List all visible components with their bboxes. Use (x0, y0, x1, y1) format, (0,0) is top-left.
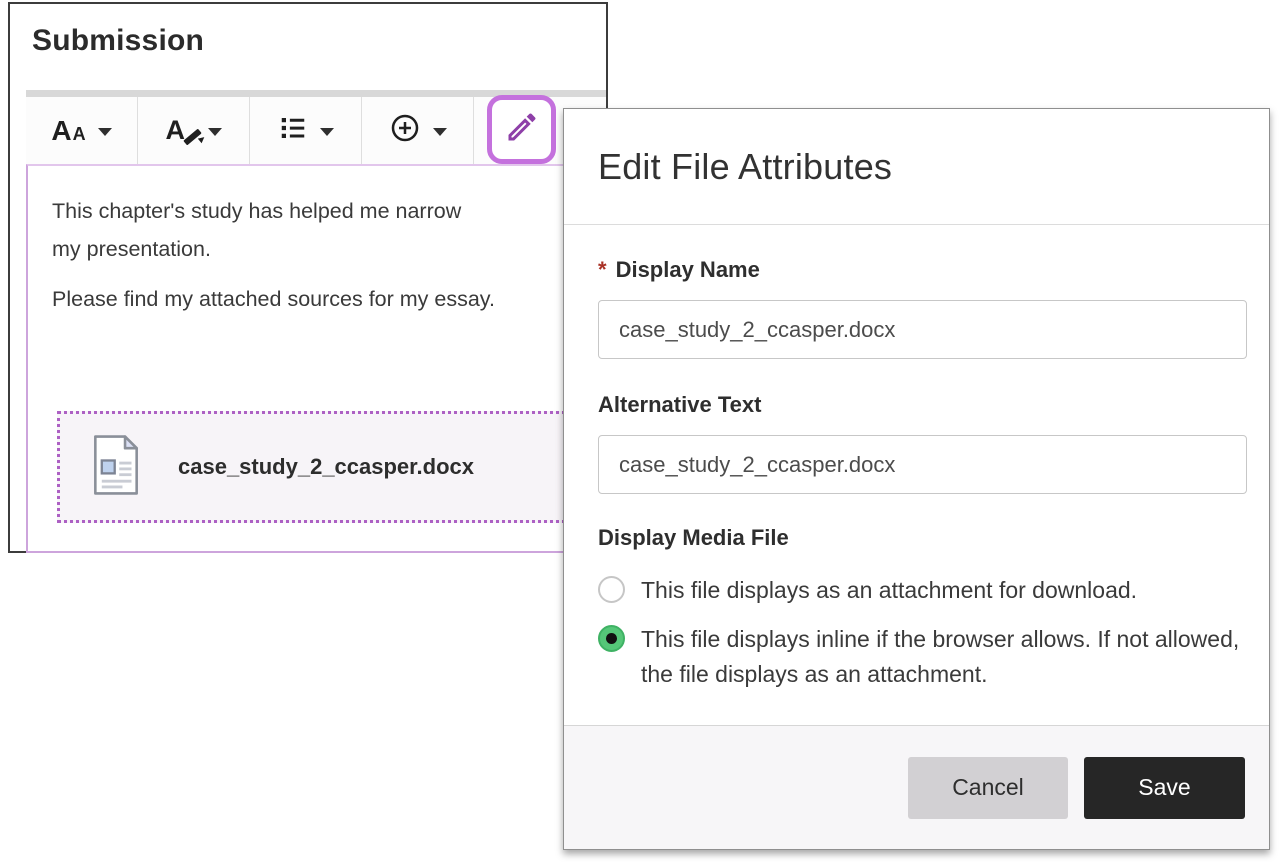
attached-file-block[interactable]: case_study_2_ccasper.docx (57, 411, 585, 523)
modal-header: Edit File Attributes (564, 109, 1269, 225)
radio-option-attachment[interactable]: This file displays as an attachment for … (598, 573, 1245, 608)
display-name-label: *Display Name (598, 257, 1245, 283)
edit-file-attributes-modal: Edit File Attributes *Display Name Alter… (563, 108, 1270, 850)
submission-panel: Submission AA A (8, 2, 608, 553)
insert-plus-icon (389, 112, 421, 149)
radio-dot (606, 633, 617, 644)
document-file-icon (90, 434, 142, 501)
attached-file-name: case_study_2_ccasper.docx (178, 454, 474, 480)
radio-selected-icon[interactable] (598, 625, 625, 652)
edit-pencil-icon (504, 109, 540, 150)
chevron-down-icon (320, 128, 334, 136)
chevron-down-icon (433, 128, 447, 136)
alternative-text-input[interactable] (598, 435, 1247, 494)
required-asterisk: * (598, 257, 607, 282)
editor-paragraph-line: This chapter's study has helped me narro… (52, 192, 604, 230)
radio-option-inline[interactable]: This file displays inline if the browser… (598, 622, 1245, 692)
display-name-input[interactable] (598, 300, 1247, 359)
alternative-text-label: Alternative Text (598, 392, 1245, 418)
editor-paragraph-line: my presentation. (52, 230, 604, 268)
text-color-icon: A (166, 115, 196, 146)
text-color-button[interactable]: A (138, 97, 250, 164)
display-media-file-label: Display Media File (598, 525, 1245, 551)
modal-title: Edit File Attributes (598, 146, 892, 188)
radio-unselected-icon[interactable] (598, 576, 625, 603)
radio-option-label: This file displays inline if the browser… (641, 622, 1241, 692)
page-title: Submission (32, 24, 204, 58)
modal-body: *Display Name Alternative Text Display M… (564, 225, 1269, 692)
bullet-list-icon (278, 113, 308, 148)
insert-button[interactable] (362, 97, 474, 164)
font-style-icon: AA (51, 115, 85, 147)
chevron-down-icon (208, 128, 222, 136)
list-button[interactable] (250, 97, 362, 164)
font-style-button[interactable]: AA (26, 97, 138, 164)
radio-option-label: This file displays as an attachment for … (641, 573, 1137, 608)
cancel-button[interactable]: Cancel (908, 757, 1068, 819)
screen: Submission AA A (0, 0, 1280, 862)
edit-attributes-button-active[interactable] (487, 95, 556, 164)
modal-footer: Cancel Save (564, 725, 1269, 849)
save-button[interactable]: Save (1084, 757, 1245, 819)
chevron-down-icon (98, 128, 112, 136)
editor-paragraph-line: Please find my attached sources for my e… (52, 280, 604, 318)
